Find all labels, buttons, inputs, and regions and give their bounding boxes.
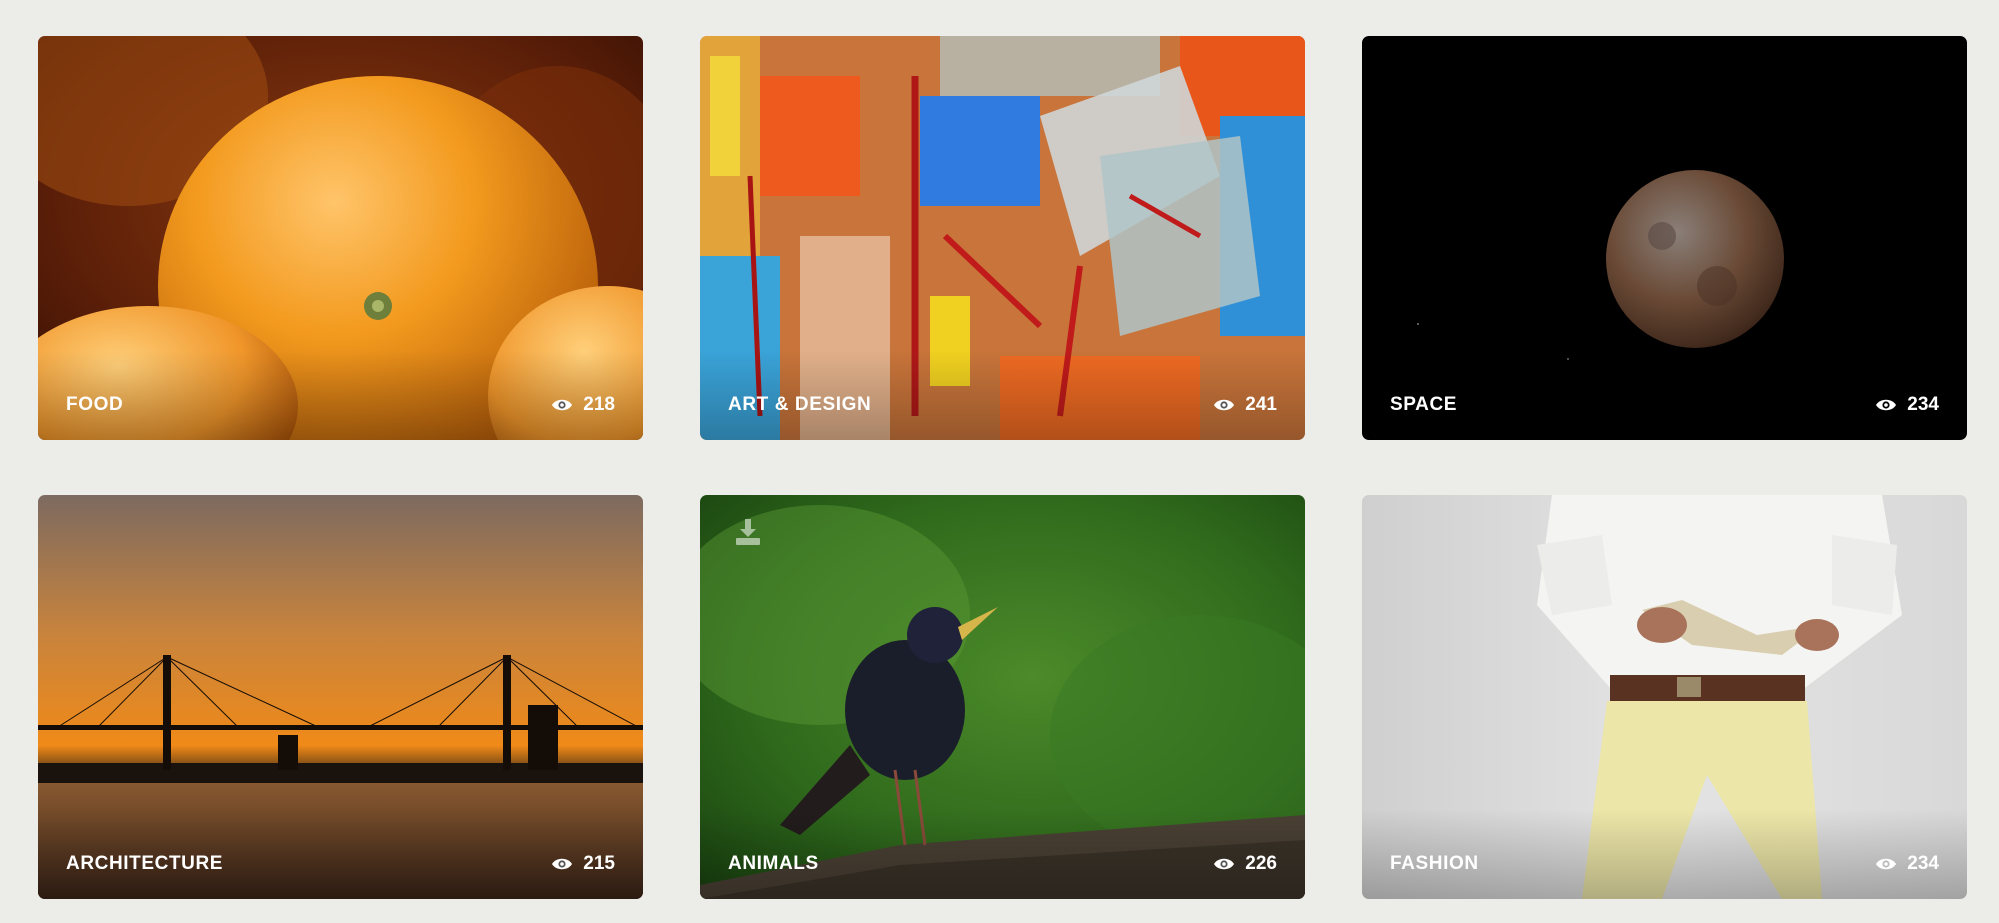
view-count-number: 215 [583, 853, 615, 874]
category-card-architecture[interactable]: ARCHITECTURE 215 [38, 495, 643, 899]
eye-icon [1876, 399, 1897, 411]
category-card-space[interactable]: SPACE 234 [1362, 36, 1967, 440]
view-count: 218 [551, 394, 615, 416]
card-label: FOOD [66, 394, 124, 415]
eye-icon [1876, 858, 1897, 870]
card-label: ANIMALS [728, 853, 819, 874]
category-card-food[interactable]: FOOD 218 [38, 36, 643, 440]
category-card-art-design[interactable]: ART & DESIGN 241 [700, 36, 1305, 440]
view-count: 234 [1875, 853, 1939, 875]
view-count-number: 218 [583, 394, 615, 415]
view-count: 241 [1213, 394, 1277, 416]
view-count: 215 [551, 853, 615, 875]
view-count-number: 234 [1907, 394, 1939, 415]
eye-icon [552, 399, 573, 411]
view-count: 226 [1213, 853, 1277, 875]
download-icon[interactable] [736, 519, 760, 545]
view-count-number: 241 [1245, 394, 1277, 415]
eye-icon [1214, 399, 1235, 411]
architecture-photo [38, 495, 643, 899]
eye-icon [552, 858, 573, 870]
food-photo [38, 36, 643, 440]
animals-photo [700, 495, 1305, 899]
card-label: ARCHITECTURE [66, 853, 224, 874]
card-label: FASHION [1390, 853, 1479, 874]
space-photo [1362, 36, 1967, 440]
card-label: ART & DESIGN [728, 394, 872, 415]
category-grid: FOOD 218 ART & DESIGN 241 SPACE 234 ARCH… [38, 36, 1967, 899]
card-label: SPACE [1390, 394, 1458, 415]
view-count: 234 [1875, 394, 1939, 416]
view-count-number: 234 [1907, 853, 1939, 874]
eye-icon [1214, 858, 1235, 870]
art-photo [700, 36, 1305, 440]
view-count-number: 226 [1245, 853, 1277, 874]
category-card-animals[interactable]: ANIMALS 226 [700, 495, 1305, 899]
fashion-photo [1362, 495, 1967, 899]
category-card-fashion[interactable]: FASHION 234 [1362, 495, 1967, 899]
